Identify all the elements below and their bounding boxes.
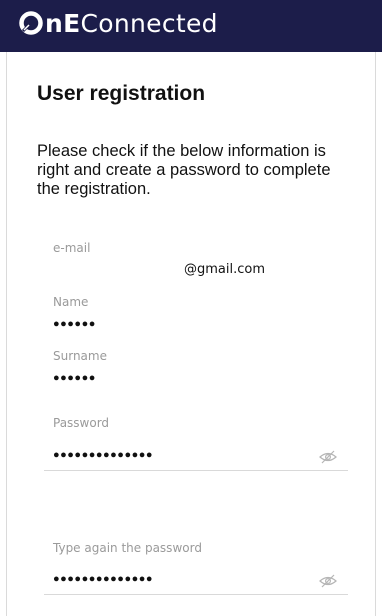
name-value: ●●●●●●	[53, 318, 96, 330]
frame-border-left	[6, 52, 7, 616]
password-label: Password	[53, 416, 110, 430]
surname-value: ●●●●●●	[53, 372, 96, 384]
password-value: ●●●●●●●●●●●●●●	[53, 449, 154, 461]
brand-logo: n E Connected	[18, 9, 218, 38]
eye-slash-icon[interactable]	[319, 574, 337, 588]
frame-border-right	[375, 52, 376, 616]
eye-slash-icon[interactable]	[319, 450, 337, 464]
email-value: @gmail.com	[184, 262, 266, 277]
password-confirm-value: ●●●●●●●●●●●●●●	[53, 573, 154, 585]
app-header: n E Connected	[0, 0, 382, 52]
intro-text: Please check if the below information is…	[37, 142, 331, 198]
password-input[interactable]: ●●●●●●●●●●●●●●	[44, 446, 348, 471]
password-confirm-input[interactable]: ●●●●●●●●●●●●●●	[44, 570, 348, 595]
email-label: e-mail	[53, 241, 91, 255]
page-title: User registration	[37, 82, 206, 105]
brand-name-rest: Connected	[80, 8, 218, 38]
brand-letter-n: n	[45, 8, 64, 38]
brand-letter-e: E	[63, 8, 81, 38]
password-confirm-label: Type again the password	[53, 541, 202, 555]
name-label: Name	[53, 295, 89, 309]
brand-logo-mark-icon	[19, 11, 43, 35]
surname-label: Surname	[53, 349, 107, 363]
